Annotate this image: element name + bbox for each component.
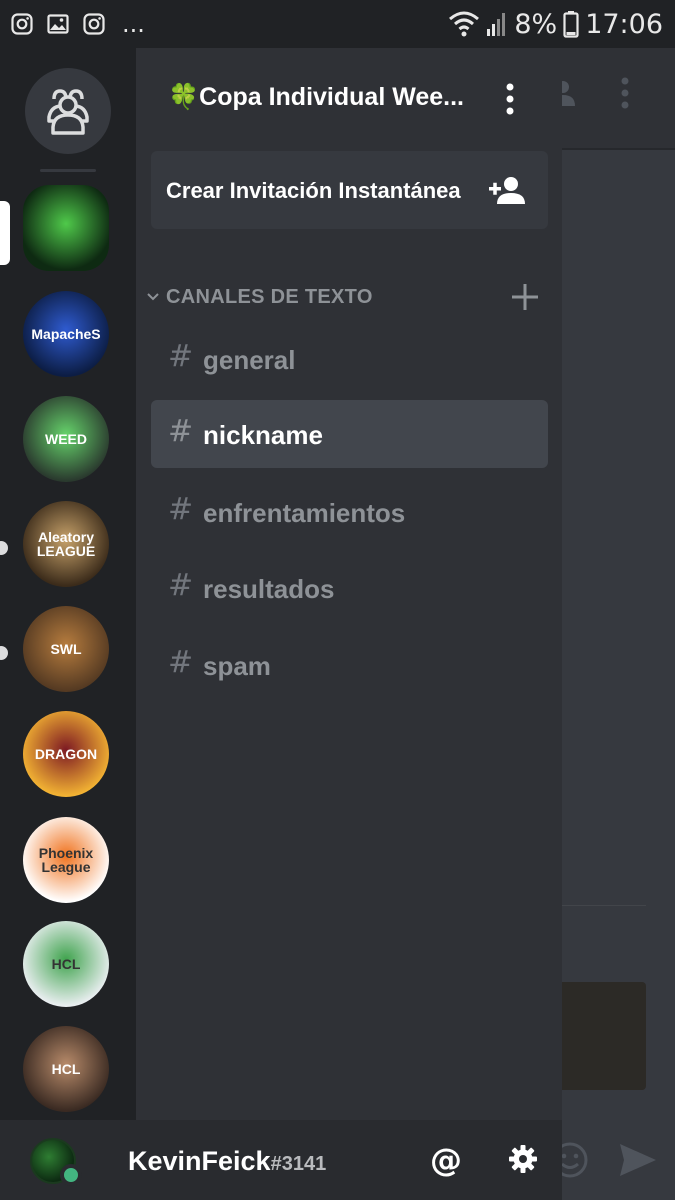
gear-icon[interactable]: [508, 1144, 538, 1174]
status-bar: ... 8% 17:06: [0, 0, 675, 48]
chat-menu-icon[interactable]: [620, 76, 630, 110]
chat-divider: [562, 905, 646, 906]
guild-menu-icon[interactable]: [498, 82, 522, 116]
server-icon-label: MapacheS: [31, 326, 101, 342]
server-icon-mapaches[interactable]: MapacheS: [23, 291, 109, 377]
server-icon-label: Aleatory LEAGUE: [36, 529, 96, 559]
channel-drawer: 🍀Copa Individual Wee... Crear Invitación…: [136, 48, 562, 1120]
server-icon-hcl-1[interactable]: HCL: [23, 921, 109, 1007]
server-icon-label: Phoenix League: [38, 845, 94, 875]
server-icon-swl[interactable]: SWL: [23, 606, 109, 692]
channel-name: general: [203, 345, 296, 375]
server-icon-aleatory-league[interactable]: Aleatory LEAGUE: [23, 501, 109, 587]
hash-icon: #: [168, 492, 194, 527]
online-status-indicator: [60, 1164, 82, 1186]
channel-name: resultados: [203, 574, 335, 604]
signal-icon: [487, 13, 506, 36]
clover-emoji: 🍀: [168, 82, 200, 111]
category-text-channels[interactable]: CANALES DE TEXTO: [136, 280, 562, 314]
chat-input-bar: [552, 1120, 675, 1200]
server-icon-label: SWL: [50, 641, 82, 657]
invite-label: Crear Invitación Instantánea: [166, 178, 461, 203]
server-icon-label: WEED: [45, 431, 87, 447]
channel-spam[interactable]: # spam: [151, 631, 548, 699]
channel-resultados[interactable]: # resultados: [151, 554, 548, 622]
guild-header[interactable]: 🍀Copa Individual Wee...: [136, 48, 562, 146]
selected-indicator: [0, 201, 10, 265]
guild-title: 🍀Copa Individual Wee...: [168, 82, 464, 112]
server-icon-dragon[interactable]: DRAGON: [23, 711, 109, 797]
channel-name: spam: [203, 651, 271, 681]
instagram-icon: [83, 13, 105, 35]
channel-general[interactable]: # general: [151, 325, 548, 393]
gallery-icon: [47, 14, 69, 34]
battery-icon: [563, 11, 579, 38]
hash-icon: #: [168, 339, 194, 374]
discriminator: #3141: [270, 1153, 327, 1175]
add-user-icon: [489, 177, 525, 204]
server-icon-label: DRAGON: [34, 746, 98, 762]
mentions-button[interactable]: @: [428, 1142, 464, 1178]
server-icon-weed[interactable]: WEED: [23, 396, 109, 482]
chat-embed: [562, 982, 646, 1090]
friends-icon: [47, 89, 89, 135]
server-icon-hcl-2[interactable]: HCL: [23, 1026, 109, 1112]
add-channel-icon[interactable]: [508, 280, 542, 314]
hash-icon: #: [168, 568, 194, 603]
unread-indicator: [0, 541, 8, 555]
server-icon-server-1[interactable]: [23, 185, 109, 271]
guild-name: Copa Individual Wee...: [199, 83, 464, 111]
unread-indicator: [0, 646, 8, 660]
category-label: CANALES DE TEXTO: [166, 286, 373, 308]
server-icon-phoenix-league[interactable]: Phoenix League: [23, 817, 109, 903]
clock: 17:06: [585, 8, 663, 40]
channel-name: enfrentamientos: [203, 498, 406, 528]
username-block[interactable]: KevinFeick#3141: [128, 1146, 326, 1177]
username: KevinFeick: [128, 1146, 271, 1176]
chevron-down-icon: [147, 293, 159, 301]
direct-messages-button[interactable]: [25, 68, 111, 154]
user-panel: KevinFeick#3141 @: [0, 1120, 562, 1200]
hash-icon: #: [168, 414, 194, 449]
server-icon-label: HCL: [51, 956, 81, 972]
server-icon-label: HCL: [51, 1061, 81, 1077]
channel-nickname[interactable]: # nickname: [151, 400, 548, 468]
hash-icon: #: [168, 645, 194, 680]
overflow-notifications: ...: [122, 10, 145, 38]
battery-percent: 8%: [514, 8, 558, 40]
wifi-icon: [449, 11, 480, 37]
send-icon[interactable]: [618, 1142, 658, 1178]
channel-enfrentamientos[interactable]: # enfrentamientos: [151, 478, 548, 546]
channel-name: nickname: [203, 420, 323, 450]
rail-separator: [40, 169, 96, 172]
instagram-icon: [11, 13, 33, 35]
create-invite-button[interactable]: Crear Invitación Instantánea: [151, 151, 548, 229]
